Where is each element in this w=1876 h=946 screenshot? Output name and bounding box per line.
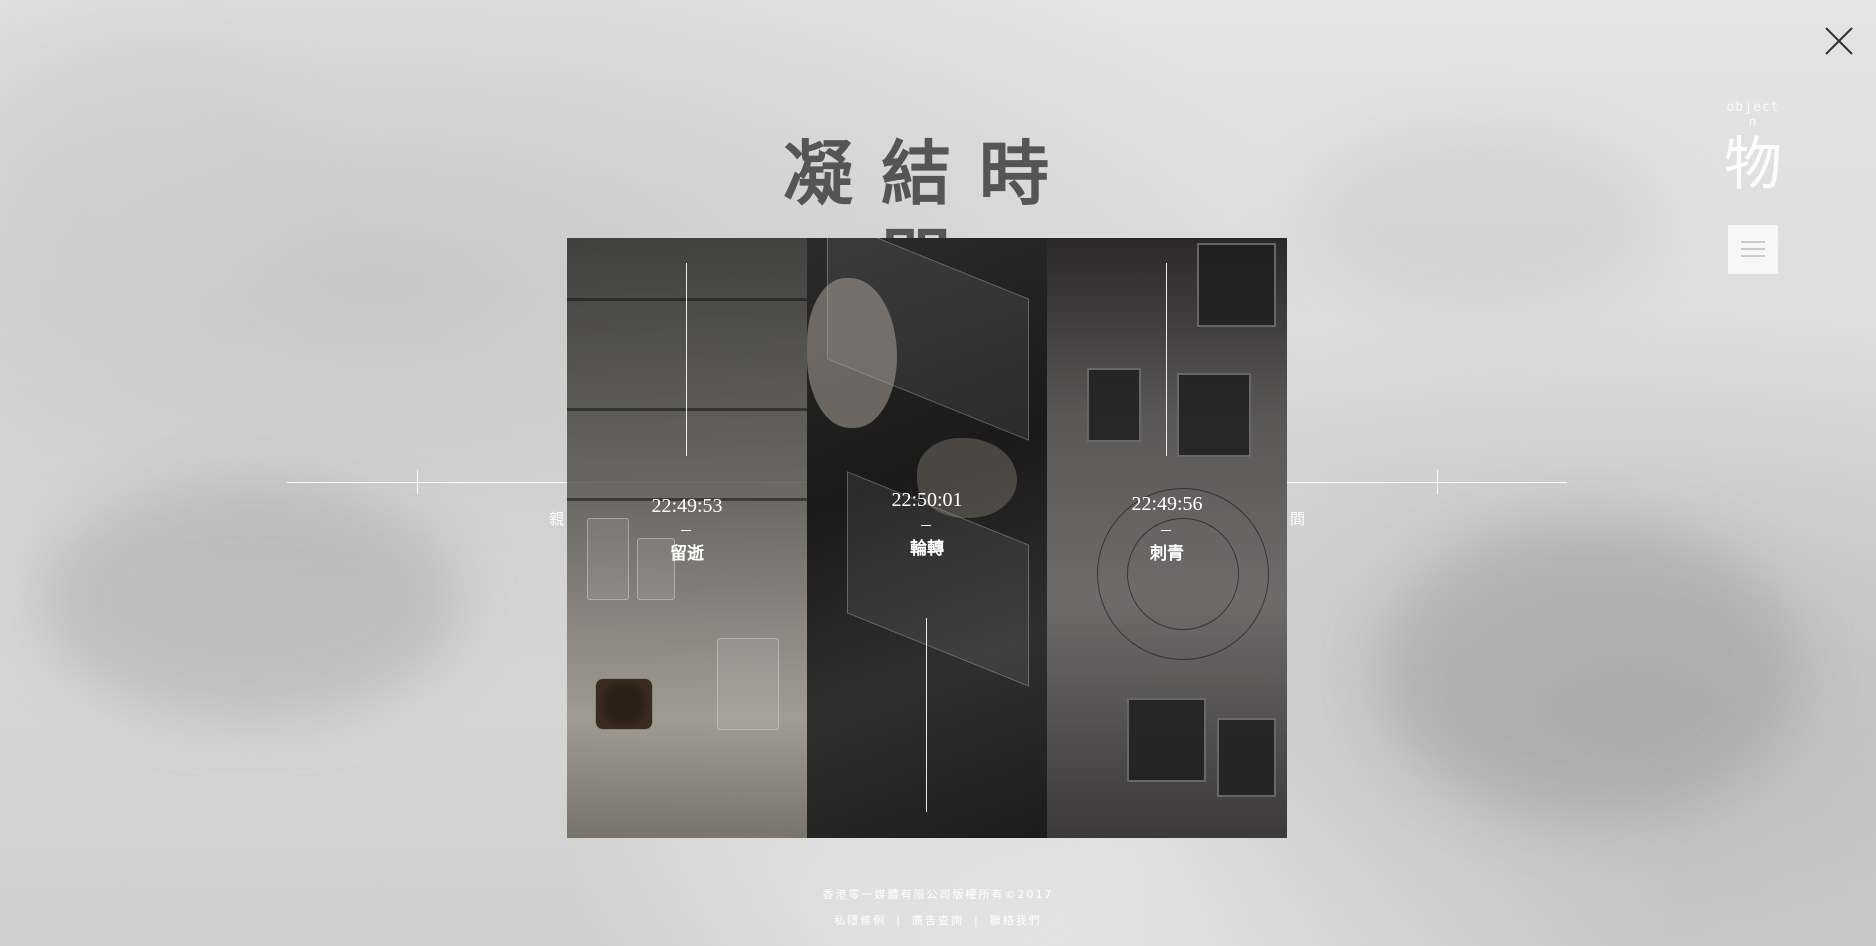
background-shape: [40, 480, 460, 720]
coffee-beans-jar: [595, 678, 653, 730]
panel-name: 輪轉: [910, 539, 944, 559]
panel-dash: [1161, 530, 1171, 531]
close-button[interactable]: [1824, 26, 1854, 56]
panel-divider-line: [1166, 263, 1167, 456]
brand-name: 物: [1723, 130, 1782, 198]
advertising-link[interactable]: 廣告查詢: [912, 912, 964, 928]
panel-divider-line: [686, 263, 687, 456]
panel-divider-line: [926, 618, 927, 812]
shelf: [567, 298, 807, 301]
footer-links: 私隱條例 | 廣告查詢 | 聯絡我們: [834, 912, 1041, 928]
panel-item[interactable]: 22:49:53 留逝: [567, 238, 807, 838]
sketch-drawing: [1127, 518, 1239, 630]
background-shape: [0, 40, 300, 300]
brand-logo[interactable]: object n 物: [1722, 100, 1784, 196]
panel-time: 22:50:01: [891, 489, 963, 511]
panel-name: 刺青: [1150, 544, 1184, 564]
timeline-tick: [417, 470, 418, 494]
hamburger-icon-line: [1741, 248, 1765, 250]
footer-separator: |: [974, 913, 980, 927]
photo: [1177, 373, 1251, 457]
hamburger-icon-line: [1741, 255, 1765, 257]
photo: [1217, 718, 1276, 797]
photo: [1127, 698, 1206, 782]
time-panels: 22:49:53 留逝 22:50:01 輪轉 22:49:56 刺青: [567, 238, 1287, 838]
privacy-link[interactable]: 私隱條例: [834, 912, 886, 928]
close-icon: [1825, 27, 1853, 55]
panel-name: 留逝: [670, 544, 704, 564]
panel-time: 22:49:53: [651, 495, 723, 517]
footer: 香港零一媒體有限公司版權所有©2017 私隱條例 | 廣告查詢 | 聯絡我們: [700, 886, 1176, 928]
contact-link[interactable]: 聯絡我們: [990, 912, 1042, 928]
panel-time: 22:49:56: [1131, 493, 1203, 515]
timeline-tick: [1437, 470, 1438, 494]
hamburger-icon: [1741, 241, 1765, 243]
photo: [1197, 243, 1276, 327]
timeline-right-label: 間: [1290, 511, 1306, 528]
photo: [1087, 368, 1141, 442]
jar: [717, 638, 779, 730]
footer-separator: |: [896, 913, 902, 927]
panel-dash: [681, 530, 691, 531]
timeline-left-label: 親: [549, 511, 565, 528]
brand-subtitle: object n: [1726, 100, 1780, 130]
panel-item[interactable]: 22:49:56 刺青: [1047, 238, 1287, 838]
menu-button[interactable]: [1728, 225, 1778, 274]
background-shape: [1300, 120, 1660, 320]
footer-copyright: 香港零一媒體有限公司版權所有©2017: [822, 888, 1054, 901]
panel-dash: [921, 525, 931, 526]
shelf: [567, 408, 807, 411]
panel-item[interactable]: 22:50:01 輪轉: [807, 238, 1047, 838]
background-shape: [1380, 520, 1800, 820]
